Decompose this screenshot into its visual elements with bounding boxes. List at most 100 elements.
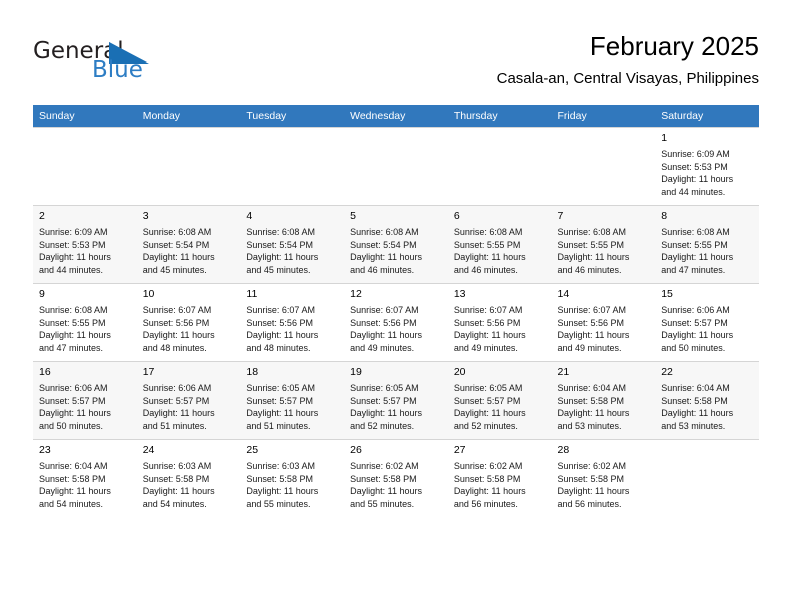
calendar-day-cell: 13 Sunrise: 6:07 AM Sunset: 5:56 PM Dayligh…	[447, 283, 552, 361]
general-blue-logo[interactable]: General Blue	[33, 38, 233, 94]
day-cell-content[interactable]: 11 Sunrise: 6:07 AM Sunset: 5:56 PM Dayligh…	[240, 283, 345, 361]
sunset-text: Sunset: 5:58 PM	[142, 473, 210, 484]
day-cell-content[interactable]: 22 Sunrise: 6:04 AM Sunset: 5:58 PM Dayligh…	[655, 361, 759, 439]
day-number: 19	[350, 366, 362, 378]
calendar-day-cell: 11 Sunrise: 6:07 AM Sunset: 5:56 PM Dayligh…	[240, 283, 345, 361]
calendar-week-row: 9 Sunrise: 6:08 AM Sunset: 5:55 PM Daylight…	[33, 283, 759, 361]
calendar-cell-empty	[33, 127, 137, 205]
sunset-text: Sunset: 5:57 PM	[661, 317, 728, 328]
day-number: 28	[557, 444, 570, 456]
day-sun-info: Sunrise: 6:05 AM Sunset: 5:57 PM Daylight:…	[448, 379, 552, 432]
daylight-text-line2: and 53 minutes.	[557, 420, 622, 431]
daylight-text-line2: and 45 minutes.	[142, 264, 207, 275]
daylight-text-line1: Daylight: 11 hours	[350, 486, 422, 497]
day-sun-info: Sunrise: 6:08 AM Sunset: 5:55 PM Daylight:…	[448, 223, 552, 276]
sunset-text: Sunset: 5:55 PM	[661, 239, 728, 250]
day-cell-content[interactable]: 18 Sunrise: 6:05 AM Sunset: 5:57 PM Dayligh…	[240, 361, 345, 439]
title-block: February 2025 Casala-an, Central Visayas…	[497, 30, 759, 90]
calendar-day-cell: 5 Sunrise: 6:08 AM Sunset: 5:54 PM Daylight…	[344, 205, 448, 283]
daylight-text-line1: Daylight: 11 hours	[350, 330, 422, 341]
daylight-text-line1: Daylight: 11 hours	[39, 330, 111, 341]
day-number: 7	[557, 210, 564, 222]
day-sun-info: Sunrise: 6:07 AM Sunset: 5:56 PM Daylight:…	[137, 301, 241, 354]
day-sun-info: Sunrise: 6:06 AM Sunset: 5:57 PM Daylight:…	[137, 379, 241, 432]
daylight-text-line2: and 56 minutes.	[453, 498, 518, 509]
day-sun-info: Sunrise: 6:08 AM Sunset: 5:54 PM Daylight:…	[344, 223, 448, 276]
calendar-cell-empty	[447, 127, 552, 205]
daylight-text-line1: Daylight: 11 hours	[557, 330, 630, 341]
day-cell-content[interactable]: 3 Sunrise: 6:08 AM Sunset: 5:54 PM Daylight…	[136, 205, 241, 283]
daylight-text-line2: and 47 minutes.	[661, 264, 726, 275]
day-sun-info: Sunrise: 6:02 AM Sunset: 5:58 PM Daylight:…	[552, 457, 656, 510]
calendar-day-cell: 8 Sunrise: 6:08 AM Sunset: 5:55 PM Daylight…	[655, 205, 759, 283]
calendar-day-cell: 15 Sunrise: 6:06 AM Sunset: 5:57 PM Dayligh…	[655, 283, 759, 361]
day-cell-content[interactable]: 6 Sunrise: 6:08 AM Sunset: 5:55 PM Daylight…	[447, 205, 552, 283]
calendar-week-row: 23 Sunrise: 6:04 AM Sunset: 5:58 PM Dayligh…	[33, 439, 759, 517]
sunset-text: Sunset: 5:57 PM	[142, 395, 210, 406]
calendar-day-cell: 28 Sunrise: 6:02 AM Sunset: 5:58 PM Dayligh…	[551, 439, 656, 517]
day-cell-content[interactable]: 13 Sunrise: 6:07 AM Sunset: 5:56 PM Dayligh…	[447, 283, 552, 361]
day-number: 4	[246, 210, 253, 222]
day-cell-content[interactable]: 1 Sunrise: 6:09 AM Sunset: 5:53 PM Daylight…	[655, 127, 759, 205]
day-cell-content[interactable]: 12 Sunrise: 6:07 AM Sunset: 5:56 PM Dayligh…	[344, 283, 448, 361]
day-cell-content[interactable]: 23 Sunrise: 6:04 AM Sunset: 5:58 PM Dayligh…	[33, 439, 137, 517]
day-cell-content[interactable]: 25 Sunrise: 6:03 AM Sunset: 5:58 PM Dayligh…	[240, 439, 345, 517]
day-number: 22	[661, 366, 673, 378]
sunset-text: Sunset: 5:56 PM	[246, 317, 313, 328]
daylight-text-line1: Daylight: 11 hours	[246, 252, 319, 263]
logo-text-blue: Blue	[92, 57, 143, 83]
daylight-text-line1: Daylight: 11 hours	[557, 486, 630, 497]
day-cell-content[interactable]: 28 Sunrise: 6:02 AM Sunset: 5:58 PM Dayligh…	[551, 439, 656, 517]
day-cell-content[interactable]: 10 Sunrise: 6:07 AM Sunset: 5:56 PM Dayligh…	[136, 283, 241, 361]
day-number: 2	[39, 210, 45, 222]
sunrise-text: Sunrise: 6:09 AM	[39, 227, 108, 237]
day-cell-content[interactable]: 27 Sunrise: 6:02 AM Sunset: 5:58 PM Dayligh…	[447, 439, 552, 517]
day-cell-content[interactable]: 26 Sunrise: 6:02 AM Sunset: 5:58 PM Dayligh…	[344, 439, 448, 517]
day-cell-content[interactable]: 17 Sunrise: 6:06 AM Sunset: 5:57 PM Dayligh…	[136, 361, 241, 439]
calendar-day-cell: 2 Sunrise: 6:09 AM Sunset: 5:53 PM Daylight…	[33, 205, 137, 283]
day-sun-info: Sunrise: 6:08 AM Sunset: 5:55 PM Daylight:…	[33, 301, 137, 354]
daylight-text-line2: and 50 minutes.	[661, 342, 726, 353]
calendar-day-cell: 10 Sunrise: 6:07 AM Sunset: 5:56 PM Dayligh…	[136, 283, 241, 361]
day-cell-content[interactable]: 14 Sunrise: 6:07 AM Sunset: 5:56 PM Dayligh…	[551, 283, 656, 361]
empty-day-cell	[33, 127, 137, 205]
day-cell-content[interactable]: 5 Sunrise: 6:08 AM Sunset: 5:54 PM Daylight…	[344, 205, 448, 283]
empty-day-cell	[551, 127, 656, 205]
sunset-text: Sunset: 5:57 PM	[350, 395, 417, 406]
day-cell-content[interactable]: 8 Sunrise: 6:08 AM Sunset: 5:55 PM Daylight…	[655, 205, 759, 283]
calendar-cell-empty	[551, 127, 656, 205]
daylight-text-line1: Daylight: 11 hours	[661, 330, 734, 341]
empty-day-cell	[240, 127, 345, 205]
day-cell-content[interactable]: 21 Sunrise: 6:04 AM Sunset: 5:58 PM Dayligh…	[551, 361, 656, 439]
empty-day-cell	[447, 127, 552, 205]
calendar-header-row: Sunday Monday Tuesday Wednesday Thursday…	[33, 105, 759, 127]
empty-day-cell	[655, 439, 759, 517]
sunset-text: Sunset: 5:58 PM	[246, 473, 313, 484]
day-number: 16	[39, 366, 51, 378]
day-cell-content[interactable]: 20 Sunrise: 6:05 AM Sunset: 5:57 PM Dayligh…	[447, 361, 552, 439]
sunrise-text: Sunrise: 6:05 AM	[350, 383, 419, 393]
daylight-text-line2: and 47 minutes.	[39, 342, 104, 353]
sunset-text: Sunset: 5:54 PM	[142, 239, 210, 250]
sunrise-text: Sunrise: 6:07 AM	[453, 305, 523, 315]
day-cell-content[interactable]: 2 Sunrise: 6:09 AM Sunset: 5:53 PM Daylight…	[33, 205, 137, 283]
day-cell-content[interactable]: 19 Sunrise: 6:05 AM Sunset: 5:57 PM Dayligh…	[344, 361, 448, 439]
day-number: 20	[453, 366, 466, 378]
daylight-text-line2: and 44 minutes.	[39, 264, 104, 275]
day-cell-content[interactable]: 4 Sunrise: 6:08 AM Sunset: 5:54 PM Daylight…	[240, 205, 345, 283]
sunset-text: Sunset: 5:56 PM	[350, 317, 417, 328]
daylight-text-line2: and 54 minutes.	[142, 498, 207, 509]
day-cell-content[interactable]: 7 Sunrise: 6:08 AM Sunset: 5:55 PM Daylight…	[551, 205, 656, 283]
day-number: 13	[453, 288, 466, 300]
calendar-table: Sunday Monday Tuesday Wednesday Thursday…	[33, 105, 759, 517]
sunset-text: Sunset: 5:58 PM	[350, 473, 417, 484]
day-cell-content[interactable]: 9 Sunrise: 6:08 AM Sunset: 5:55 PM Daylight…	[33, 283, 137, 361]
day-cell-content[interactable]: 16 Sunrise: 6:06 AM Sunset: 5:57 PM Dayligh…	[33, 361, 137, 439]
daylight-text-line2: and 46 minutes.	[453, 264, 518, 275]
daylight-text-line2: and 56 minutes.	[557, 498, 622, 509]
day-cell-content[interactable]: 15 Sunrise: 6:06 AM Sunset: 5:57 PM Dayligh…	[655, 283, 759, 361]
calendar-page: General Blue February 2025 Casala-an, Ce…	[0, 0, 792, 612]
day-cell-content[interactable]: 24 Sunrise: 6:03 AM Sunset: 5:58 PM Dayligh…	[136, 439, 241, 517]
day-sun-info: Sunrise: 6:05 AM Sunset: 5:57 PM Daylight:…	[240, 379, 344, 432]
day-number: 14	[557, 288, 570, 300]
